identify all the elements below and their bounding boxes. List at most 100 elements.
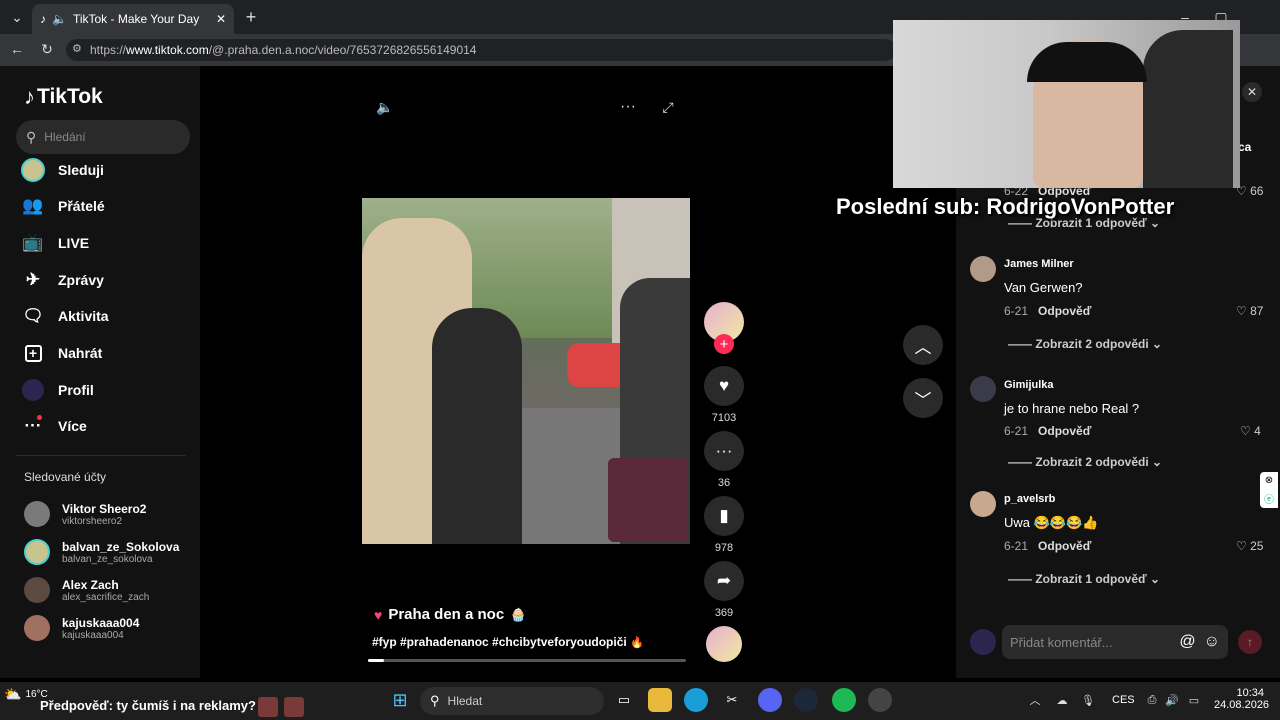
discord-icon[interactable] <box>758 688 782 712</box>
tab-title: TikTok - Make Your Day <box>72 12 200 26</box>
account-handle: balvan_ze_sokolova <box>62 553 153 565</box>
avatar[interactable] <box>970 376 996 402</box>
reload-icon[interactable]: ↻ <box>38 40 56 58</box>
avatar <box>24 577 50 603</box>
friends-icon: 👥 <box>22 196 44 215</box>
nav-profile[interactable]: Profil <box>20 376 190 404</box>
tray-overflow-icon[interactable]: ︿ <box>1028 692 1042 708</box>
ticker-emote-icon <box>258 697 278 717</box>
comment-author[interactable]: Gimijulka <box>1004 379 1054 391</box>
snipping-tool-icon[interactable]: ✂ <box>720 688 744 712</box>
followed-account[interactable]: kajuskaaa004 kajuskaaa004 <box>24 610 194 646</box>
edge-extension-icon[interactable]: ⓔ <box>1264 491 1274 506</box>
close-icon[interactable]: ✕ <box>1242 82 1262 102</box>
search-input[interactable]: Hledání <box>44 130 85 144</box>
followed-account[interactable]: Viktor Sheero2 viktorsheero2 <box>24 496 194 532</box>
send-comment-button[interactable]: ↑ <box>1238 630 1262 654</box>
onedrive-icon[interactable]: ☁ <box>1054 692 1070 708</box>
microphone-icon[interactable]: 🎙 <box>1080 692 1096 708</box>
comment-input[interactable]: Přidat komentář... @ ☺ <box>1002 625 1228 659</box>
edge-icon[interactable] <box>684 688 708 712</box>
partial-like[interactable]: ♡ 66 <box>1236 184 1263 198</box>
followed-account[interactable]: Alex Zach alex_sacrifice_zach <box>24 572 194 608</box>
task-view-icon[interactable]: ▭ <box>612 688 636 712</box>
url-path: /@.praha.den.a.noc/video/765372682655614… <box>208 43 477 57</box>
creator-avatar-button[interactable]: + <box>704 302 744 354</box>
clock-time: 10:34 <box>1236 687 1264 699</box>
music-disc-button[interactable] <box>704 626 744 662</box>
comment-author[interactable]: p_avelsrb <box>1004 493 1055 505</box>
extension-widget[interactable]: ⊗ ⓔ <box>1260 472 1278 508</box>
emoji-icon[interactable]: ☺ <box>1204 633 1220 651</box>
comment-button[interactable]: ··· 36 <box>704 431 744 489</box>
comment-author[interactable]: James Milner <box>1004 258 1074 270</box>
browser-tab[interactable]: ♪ 🔈 TikTok - Make Your Day ✕ <box>32 4 234 34</box>
save-button[interactable]: ▮ 978 <box>704 496 744 554</box>
mention-icon[interactable]: @ <box>1179 633 1195 651</box>
account-name: kajuskaaa004 <box>62 615 140 630</box>
comment-like[interactable]: ♡ 87 <box>1236 304 1263 318</box>
like-button[interactable]: ♥ 7103 <box>704 366 744 424</box>
avatar[interactable] <box>970 491 996 517</box>
video-frame[interactable] <box>362 198 690 544</box>
nav-activity[interactable]: 🗨 Aktivita <box>20 302 190 330</box>
comment-like[interactable]: ♡ 25 <box>1236 539 1263 553</box>
language-indicator[interactable]: CES <box>1112 694 1135 706</box>
close-circle-icon[interactable]: ⊗ <box>1265 475 1273 486</box>
tiktok-favicon-icon: ♪ <box>40 12 46 26</box>
nav-label: Nahrát <box>58 345 103 361</box>
windows-start-icon[interactable]: ⊞ <box>388 688 412 712</box>
nav-more[interactable]: ··· Více <box>20 412 190 440</box>
view-replies-link[interactable]: —— Zobrazit 1 odpověď ⌄ <box>1008 572 1160 586</box>
share-button[interactable]: ➦ 369 <box>704 561 744 619</box>
reply-link[interactable]: Odpověď <box>1038 304 1091 318</box>
nav-upload[interactable]: + Nahrát <box>20 339 190 367</box>
clock[interactable]: 10:34 24.08.2026 <box>1214 687 1269 711</box>
volume-icon[interactable]: 🔈 <box>376 98 394 116</box>
view-replies-label: Zobrazit 2 odpovědi <box>1035 337 1149 351</box>
follow-plus-icon[interactable]: + <box>714 334 734 354</box>
chevron-up-icon: ︿ <box>914 337 932 357</box>
followed-account[interactable]: balvan_ze_Sokolova balvan_ze_sokolova <box>24 534 194 570</box>
tab-audio-icon[interactable]: 🔈 <box>52 12 67 26</box>
comment-date: 6-21 <box>1004 304 1029 318</box>
video-progress-track[interactable] <box>368 659 686 662</box>
tiktok-logo[interactable]: ♪ TikTok <box>24 84 103 110</box>
search-icon: ⚲ <box>26 128 37 145</box>
nav-messages[interactable]: ✈ Zprávy <box>20 266 190 294</box>
video-options-icon[interactable]: ··· <box>618 98 638 116</box>
sidebar-search[interactable]: ⚲ Hledání <box>16 120 190 154</box>
url-bar[interactable]: ⚙ https://www.tiktok.com/@.praha.den.a.n… <box>66 39 896 61</box>
spotify-icon[interactable] <box>832 688 856 712</box>
taskbar-search[interactable]: ⚲ Hledat <box>420 687 604 715</box>
comment-like[interactable]: ♡ 4 <box>1240 424 1261 438</box>
hashtags-text[interactable]: #fyp #prahadenanoc #chcibytveforyoudopič… <box>372 635 627 649</box>
battery-icon[interactable]: ▭ <box>1186 692 1202 708</box>
fullscreen-icon[interactable]: ⤢ <box>660 98 676 116</box>
tab-close-icon[interactable]: ✕ <box>216 12 226 26</box>
steam-icon[interactable] <box>794 688 818 712</box>
avatar[interactable] <box>970 256 996 282</box>
tab-list-chevron-icon[interactable]: ⌄ <box>8 8 26 26</box>
file-explorer-icon[interactable] <box>648 688 672 712</box>
webcam-cap <box>1027 42 1147 82</box>
new-tab-icon[interactable]: + <box>242 7 260 27</box>
site-info-icon[interactable]: ⚙ <box>72 42 82 55</box>
next-video-button[interactable]: ﹀ <box>903 378 943 418</box>
volume-icon[interactable]: 🔊 <box>1164 692 1180 708</box>
nav-label: LIVE <box>58 235 90 251</box>
reply-link[interactable]: Odpověď <box>1038 424 1091 438</box>
reply-link[interactable]: Odpověď <box>1038 539 1091 553</box>
nav-live[interactable]: 📺 LIVE <box>20 229 190 257</box>
nav-following[interactable]: Sleduji <box>20 156 190 184</box>
video-group-sticker <box>608 458 688 542</box>
network-icon[interactable]: ⎙ <box>1144 692 1160 708</box>
obs-icon[interactable] <box>868 688 892 712</box>
previous-video-button[interactable]: ︿ <box>903 325 943 365</box>
video-hashtags[interactable]: #fyp #prahadenanoc #chcibytveforyoudopič… <box>372 635 644 649</box>
nav-label: Více <box>58 418 87 434</box>
view-replies-link[interactable]: —— Zobrazit 2 odpovědi ⌄ <box>1008 455 1162 469</box>
view-replies-link[interactable]: —— Zobrazit 2 odpovědi ⌄ <box>1008 337 1162 351</box>
back-icon[interactable]: ← <box>8 40 26 58</box>
nav-friends[interactable]: 👥 Přátelé <box>20 192 190 220</box>
